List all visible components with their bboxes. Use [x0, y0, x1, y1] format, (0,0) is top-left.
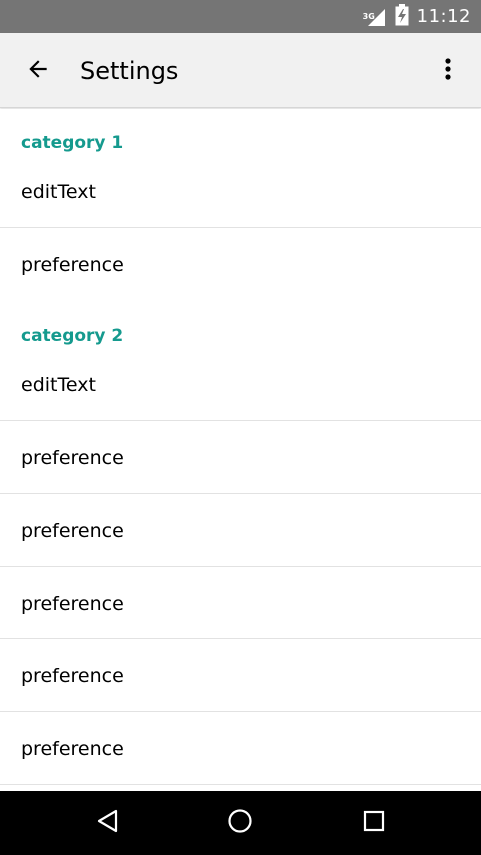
pref-label: preference — [21, 665, 124, 687]
pref-label: editText — [21, 181, 96, 203]
back-button[interactable] — [20, 53, 56, 89]
pref-preference-6[interactable]: preference — [0, 712, 481, 785]
pref-label: preference — [21, 738, 124, 760]
recents-square-icon — [362, 809, 386, 837]
pref-label: preference — [21, 254, 124, 276]
more-vert-icon — [445, 57, 451, 85]
pref-edittext-2[interactable]: editText — [0, 348, 481, 421]
category-header-2: category 2 — [21, 326, 124, 346]
pref-preference-3[interactable]: preference — [0, 494, 481, 567]
category-header-1: category 1 — [21, 133, 124, 153]
overflow-menu-button[interactable] — [434, 53, 462, 89]
navigation-bar — [0, 791, 481, 855]
home-circle-icon — [227, 808, 253, 838]
pref-edittext-1[interactable]: editText — [0, 155, 481, 228]
pref-label: editText — [21, 374, 96, 396]
divider — [0, 784, 481, 785]
battery-charging-icon — [395, 3, 409, 30]
app-bar: Settings — [0, 33, 481, 108]
pref-preference-1[interactable]: preference — [0, 228, 481, 301]
nav-back-button[interactable] — [88, 805, 128, 841]
page-title: Settings — [80, 57, 179, 85]
settings-list: category 1 editText preference category … — [0, 109, 481, 791]
arrow-back-icon — [25, 56, 51, 86]
pref-preference-4[interactable]: preference — [0, 567, 481, 640]
status-bar: 3G 11:12 — [0, 0, 481, 33]
signal-icon: 3G — [362, 7, 387, 27]
nav-recents-button[interactable] — [354, 805, 394, 841]
pref-label: preference — [21, 593, 124, 615]
back-triangle-icon — [95, 808, 121, 838]
status-icons: 3G 11:12 — [362, 0, 471, 33]
pref-label: preference — [21, 520, 124, 542]
pref-preference-2[interactable]: preference — [0, 421, 481, 494]
pref-preference-5[interactable]: preference — [0, 639, 481, 712]
pref-label: preference — [21, 447, 124, 469]
network-type-label: 3G — [362, 11, 375, 21]
nav-home-button[interactable] — [220, 805, 260, 841]
status-time: 11:12 — [416, 6, 471, 27]
